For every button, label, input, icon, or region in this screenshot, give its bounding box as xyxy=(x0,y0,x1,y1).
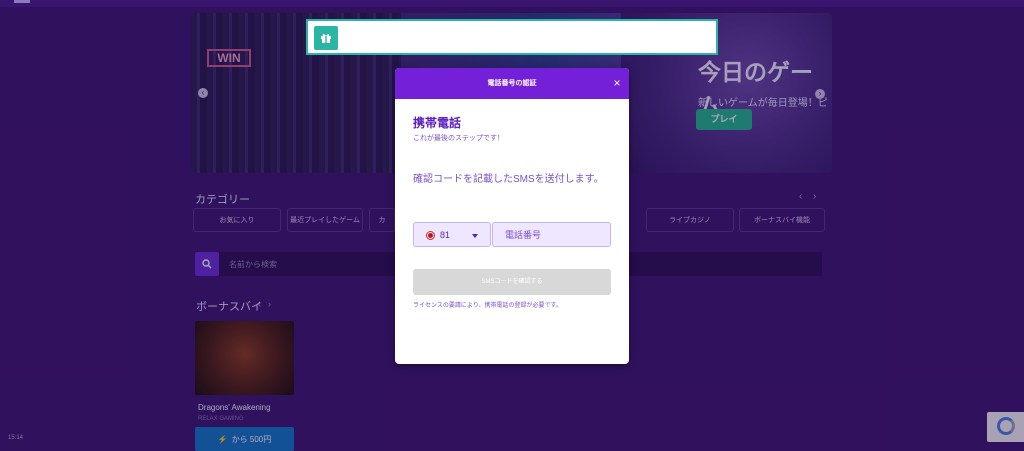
close-icon[interactable]: × xyxy=(610,76,624,90)
modal-description: 確認コードを記載したSMSを送付します。 xyxy=(413,174,604,185)
country-code-value: 81 xyxy=(440,230,451,240)
license-note: ライセンスの要請により、携帯電話の登録が必要です。 xyxy=(413,303,562,309)
modal-subheading: これが最後のステップです！ xyxy=(413,135,504,142)
phone-number-input[interactable] xyxy=(492,222,611,247)
chevron-down-icon xyxy=(472,234,478,238)
confirm-sms-button[interactable]: SMSコードを確認する xyxy=(413,269,611,295)
gift-notification-bar[interactable] xyxy=(306,19,718,55)
gift-icon[interactable] xyxy=(314,26,338,50)
phone-verification-modal: 電話番号の認証 × 携帯電話 これが最後のステップです！ 確認コードを記載したS… xyxy=(395,68,629,364)
country-code-select[interactable]: 81 xyxy=(413,222,491,247)
modal-heading: 携帯電話 xyxy=(413,116,462,130)
japan-flag-icon xyxy=(426,231,435,240)
modal-header: 電話番号の認証 × xyxy=(395,68,629,99)
modal-title: 電話番号の認証 xyxy=(487,80,537,87)
